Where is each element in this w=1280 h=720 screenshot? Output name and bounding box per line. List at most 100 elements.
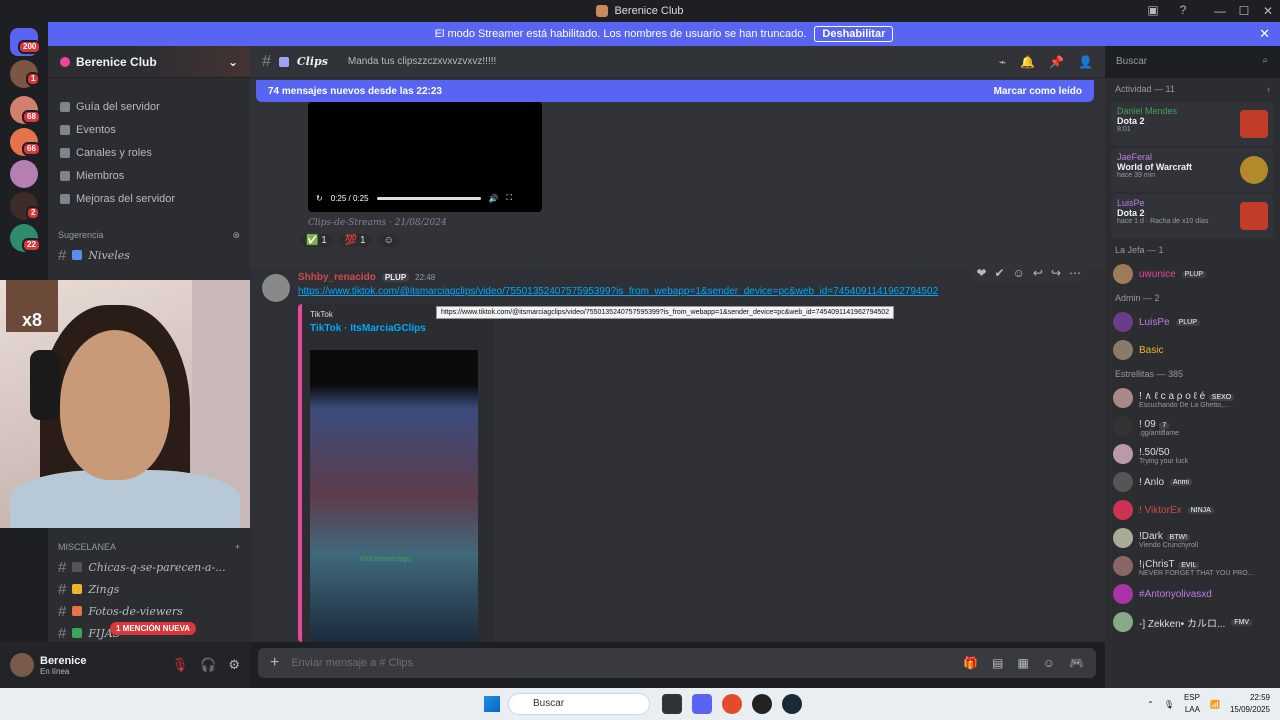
reaction-emoji[interactable]: 💯 1 xyxy=(338,234,372,247)
sidebar-item-guide[interactable]: Guía del servidor xyxy=(48,96,250,118)
chevron-right-icon[interactable]: › xyxy=(1267,84,1270,94)
channel-topic[interactable]: Manda tus clipszzczxvxvzvxvz!!!!! xyxy=(348,56,496,67)
replay-icon[interactable]: ↻ xyxy=(316,194,323,203)
inbox-icon[interactable]: ▣ xyxy=(1146,3,1160,17)
windows-start-icon[interactable] xyxy=(484,696,500,712)
member-item[interactable]: ! ∧ ℓ c a ρ o ℓ é SEXO Escuchando De La G… xyxy=(1105,384,1280,412)
add-channel-icon[interactable]: + xyxy=(235,542,240,552)
notification-bell-icon[interactable]: 🔔 xyxy=(1020,55,1035,69)
chevron-up-icon[interactable]: ⌃ xyxy=(1147,700,1154,709)
gift-icon[interactable]: 🎁 xyxy=(963,656,978,670)
mute-mic-icon[interactable]: 🎙 xyxy=(172,657,189,673)
member-item[interactable]: !Dark BTW! Viendo Crunchyroll xyxy=(1105,524,1280,552)
member-item[interactable]: ! 09 7 .gg/antiflame xyxy=(1105,412,1280,440)
forward-icon[interactable]: ↪ xyxy=(1051,266,1061,280)
member-item[interactable]: #Antonyolivasxd xyxy=(1105,580,1280,608)
user-name: Berenice xyxy=(40,654,87,667)
sidebar-item-label: Eventos xyxy=(76,124,116,136)
embed-thumbnail[interactable]: Kick/itsmarciagc xyxy=(310,350,478,642)
message-composer[interactable]: + Enviar mensaje a # Clips 🎁 ▤ ▦ ☺ 🎮 xyxy=(258,648,1096,678)
discord-icon[interactable] xyxy=(692,694,712,714)
member-item[interactable]: ! ViktorEx NINJA xyxy=(1105,496,1280,524)
sidebar-item-members[interactable]: Miembros xyxy=(48,165,250,187)
more-icon[interactable]: ⋯ xyxy=(1069,266,1081,280)
reaction-icon[interactable]: ❤ xyxy=(976,266,986,280)
mark-as-read-button[interactable]: Marcar como leído xyxy=(994,86,1082,97)
category-miscelanea[interactable]: MISCELANEA + xyxy=(48,538,250,556)
add-reaction-icon[interactable]: ☺ xyxy=(1013,266,1025,280)
file-explorer-icon[interactable] xyxy=(662,694,682,714)
gif-icon[interactable]: ▤ xyxy=(992,656,1003,670)
taskbar-search-input[interactable]: Buscar xyxy=(508,693,650,715)
sidebar-item-channels-roles[interactable]: Canales y roles xyxy=(48,142,250,164)
author-name[interactable]: Shhby_renacido xyxy=(298,272,376,283)
member-item[interactable]: !¡ChrisT EVIL NEVER FORGET THAT YOU PRO..… xyxy=(1105,552,1280,580)
user-status: En línea xyxy=(40,666,70,676)
microphone-icon[interactable]: 🎙 xyxy=(1164,700,1174,709)
add-reaction-icon[interactable]: ☺ xyxy=(377,234,400,247)
avatar[interactable] xyxy=(10,653,34,677)
attach-icon[interactable]: + xyxy=(270,654,279,672)
channel-item[interactable]: # Zings xyxy=(48,578,250,600)
dismiss-icon[interactable]: ⊗ xyxy=(232,230,240,241)
steam-icon[interactable] xyxy=(782,694,802,714)
volume-icon[interactable]: 🔊 xyxy=(489,194,499,203)
apps-icon[interactable]: 🎮 xyxy=(1069,656,1084,670)
close-banner-icon[interactable]: ✕ xyxy=(1259,26,1270,42)
server-icon[interactable] xyxy=(10,160,38,188)
channel-niveles[interactable]: # Niveles xyxy=(48,244,250,266)
check-icon[interactable]: ✔ xyxy=(995,266,1005,280)
streamer-mode-banner: El modo Streamer está habilitado. Los no… xyxy=(48,22,1280,46)
boost-icon xyxy=(60,194,70,204)
member-list-icon[interactable]: 👤 xyxy=(1078,55,1093,69)
channel-name: Fotos-de-viewers xyxy=(88,604,183,618)
video-progress-bar[interactable] xyxy=(376,196,481,200)
threads-icon[interactable]: ⌁ xyxy=(999,55,1006,69)
member-item[interactable]: LuisPe PLUP xyxy=(1105,308,1280,336)
search-input[interactable]: Buscar ⌕ xyxy=(1110,52,1274,72)
message-link[interactable]: https://www.tiktok.com/@itsmarciagclips/… xyxy=(298,286,938,297)
wifi-icon[interactable]: 📶 xyxy=(1210,700,1220,709)
reply-icon[interactable]: ↩ xyxy=(1033,266,1043,280)
help-icon[interactable]: ? xyxy=(1176,3,1190,17)
activity-card[interactable]: JaeFeral World of Warcraft hace 39 min xyxy=(1111,148,1274,192)
member-item[interactable]: uwunice PLUP xyxy=(1105,260,1280,288)
language-indicator[interactable]: ESP LAA xyxy=(1184,692,1200,716)
member-item[interactable]: -] Zekken• カルロ... FMV xyxy=(1105,608,1280,636)
activity-card[interactable]: LuisPe Dota 2 hace 1 d · Racha de x10 dí… xyxy=(1111,194,1274,238)
settings-gear-icon[interactable]: ⚙ xyxy=(228,657,240,673)
message-actions: ❤ ✔ ☺ ↩ ↪ ⋯ xyxy=(970,264,1087,282)
member-item[interactable]: !.50/50 Trying your luck xyxy=(1105,440,1280,468)
close-button[interactable]: ✕ xyxy=(1256,0,1280,22)
maximize-button[interactable]: ☐ xyxy=(1232,0,1256,22)
chrome-icon[interactable] xyxy=(722,694,742,714)
new-mention-pill[interactable]: 1 MENCIÓN NUEVA xyxy=(110,622,197,635)
clock[interactable]: 22:59 15/09/2025 xyxy=(1230,692,1270,716)
channel-item[interactable]: # Chicas-q-se-parecen-a-... xyxy=(48,556,250,578)
minimize-button[interactable]: — xyxy=(1208,0,1232,22)
new-messages-bar[interactable]: 74 mensajes nuevos desde las 22:23 Marca… xyxy=(256,80,1094,102)
sidebar-item-boosts[interactable]: Mejoras del servidor xyxy=(48,188,250,210)
server-header[interactable]: Berenice Club ⌄ xyxy=(48,46,250,78)
source-date: 21/08/2024 xyxy=(394,218,447,228)
source-channel-tag[interactable]: Clips-de-Streams · 21/08/2024 xyxy=(308,218,447,228)
member-name: ! ViktorEx xyxy=(1139,504,1182,516)
video-player[interactable]: ↻ 0:25 / 0:25 🔊 ⛶ xyxy=(308,102,542,212)
member-tag: 7 xyxy=(1159,422,1170,429)
channel-item[interactable]: # Fotos-de-viewers xyxy=(48,600,250,622)
member-name: !.50/50 xyxy=(1139,447,1170,458)
fullscreen-icon[interactable]: ⛶ xyxy=(506,193,512,203)
embed-title[interactable]: TikTok · ItsMarciaGClips xyxy=(310,323,486,334)
member-item[interactable]: ! Anlo Anmi xyxy=(1105,468,1280,496)
member-item[interactable]: Basic xyxy=(1105,336,1280,364)
disable-streamer-button[interactable]: Deshabilitar xyxy=(814,26,894,42)
pin-icon[interactable]: 📌 xyxy=(1049,55,1064,69)
sidebar-item-events[interactable]: Eventos xyxy=(48,119,250,141)
avatar[interactable] xyxy=(262,274,290,302)
emoji-icon[interactable]: ☺ xyxy=(1043,656,1055,670)
sticker-icon[interactable]: ▦ xyxy=(1017,656,1028,670)
activity-card[interactable]: Daniel Mendes Dota 2 8:01 xyxy=(1111,102,1274,146)
obs-icon[interactable] xyxy=(752,694,772,714)
deafen-icon[interactable]: 🎧 xyxy=(200,657,216,673)
reaction-check[interactable]: ✅ 1 xyxy=(300,234,333,247)
